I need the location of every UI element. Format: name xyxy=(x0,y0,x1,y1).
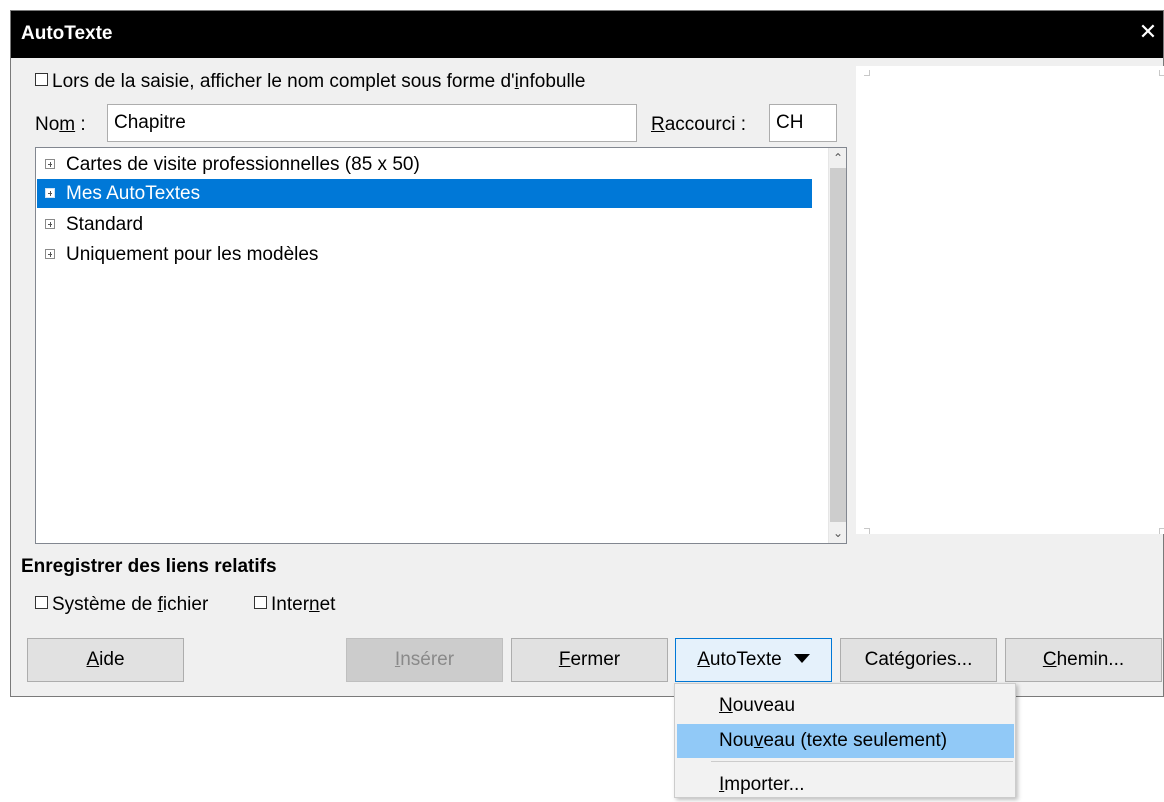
expand-icon[interactable] xyxy=(45,158,55,169)
close-button[interactable]: Fermer xyxy=(511,638,668,682)
name-input[interactable]: Chapitre xyxy=(107,104,637,142)
tree-scrollbar[interactable]: ⌃ ⌄ xyxy=(828,148,846,543)
scroll-thumb[interactable] xyxy=(830,168,846,522)
menu-item-new[interactable]: Nouveau xyxy=(677,689,1014,723)
internet-label-pre: Inter xyxy=(271,594,310,615)
menu-label-post: ouveau xyxy=(732,695,796,716)
filesystem-label-post: ichier xyxy=(162,594,209,615)
tree-item[interactable]: Standard xyxy=(37,210,812,239)
name-label: Nom : xyxy=(35,114,86,136)
help-label: ide xyxy=(99,649,125,670)
corner-mark xyxy=(1159,70,1164,76)
tree-item-label: Standard xyxy=(66,214,144,235)
title-bar[interactable]: AutoTexte ✕ xyxy=(11,11,1163,58)
autotext-accel: A xyxy=(697,649,710,670)
autotext-dropdown-menu: Nouveau Nouveau (texte seulement) Import… xyxy=(674,683,1016,798)
scroll-down-icon[interactable]: ⌄ xyxy=(829,524,847,542)
shortcut-input[interactable]: CH xyxy=(769,104,837,142)
autotext-dialog: AutoTexte ✕ Lors de la saisie, afficher … xyxy=(10,10,1164,697)
internet-option[interactable]: Internet xyxy=(254,594,335,616)
name-label-accel: m xyxy=(59,114,76,135)
tree-item-label: Uniquement pour les modèles xyxy=(66,244,319,265)
scroll-up-icon[interactable]: ⌃ xyxy=(829,149,847,167)
help-button[interactable]: Aide xyxy=(27,638,184,682)
shortcut-label-post: accourci : xyxy=(664,114,747,135)
category-tree[interactable]: Cartes de visite professionnelles (85 x … xyxy=(35,147,847,544)
preview-pane xyxy=(856,66,1164,534)
filesystem-label-pre: Système de xyxy=(52,594,158,615)
menu-separator xyxy=(711,761,1013,762)
dialog-title: AutoTexte xyxy=(21,23,113,44)
autotext-label: utoTexte xyxy=(709,649,782,670)
tree-item-selected[interactable]: Mes AutoTextes xyxy=(37,179,812,208)
internet-label-accel: n xyxy=(309,594,320,615)
categories-accel: g xyxy=(904,649,916,670)
expand-icon[interactable] xyxy=(45,248,55,259)
categories-label-pre: Caté xyxy=(864,649,905,670)
path-label: hemin... xyxy=(1056,649,1125,670)
menu-label-accel: N xyxy=(719,695,733,716)
expand-icon[interactable] xyxy=(45,187,55,198)
path-accel: C xyxy=(1042,649,1057,670)
dropdown-arrow-icon xyxy=(793,654,810,663)
close-label: ermer xyxy=(570,649,621,670)
tooltip-label-pre: Lors de la saisie, afficher le nom compl… xyxy=(52,71,515,92)
corner-mark xyxy=(864,70,870,76)
corner-mark xyxy=(864,528,870,534)
tree-item-label: Cartes de visite professionnelles (85 x … xyxy=(66,154,420,175)
tooltip-label-post: nfobulle xyxy=(518,71,586,92)
autotext-menu-button[interactable]: AutoTexte xyxy=(675,638,832,682)
filesystem-checkbox[interactable] xyxy=(35,596,48,610)
shortcut-label-accel: R xyxy=(651,114,665,135)
menu-item-import[interactable]: Importer... xyxy=(677,768,1014,802)
relative-links-title: Enregistrer des liens relatifs xyxy=(21,556,277,577)
name-label-post: : xyxy=(75,114,86,135)
menu-label-post: mporter... xyxy=(724,774,805,795)
tree-item[interactable]: Uniquement pour les modèles xyxy=(37,240,812,269)
shortcut-label: Raccourci : xyxy=(651,114,746,136)
insert-button[interactable]: Insérer xyxy=(346,638,503,682)
tooltip-checkbox[interactable] xyxy=(35,73,48,87)
internet-checkbox[interactable] xyxy=(254,596,267,610)
menu-label-post: eau (texte seulement) xyxy=(763,730,948,751)
menu-label-accel: v xyxy=(753,730,764,751)
menu-item-new-text-only[interactable]: Nouveau (texte seulement) xyxy=(677,724,1014,758)
tree-item[interactable]: Cartes de visite professionnelles (85 x … xyxy=(37,150,812,179)
tree-item-label: Mes AutoTextes xyxy=(66,183,201,204)
tooltip-option[interactable]: Lors de la saisie, afficher le nom compl… xyxy=(35,71,585,93)
menu-label-pre: Nou xyxy=(719,730,754,751)
insert-label: nsérer xyxy=(400,649,455,670)
help-accel: A xyxy=(86,649,100,670)
internet-label-post: et xyxy=(319,594,336,615)
filesystem-option[interactable]: Système de fichier xyxy=(35,594,208,616)
name-label-pre: No xyxy=(35,114,60,135)
path-button[interactable]: Chemin... xyxy=(1005,638,1162,682)
corner-mark xyxy=(1159,528,1164,534)
categories-label: ories... xyxy=(915,649,973,670)
close-icon[interactable]: ✕ xyxy=(1137,21,1159,43)
categories-button[interactable]: Catégories... xyxy=(840,638,997,682)
close-accel: F xyxy=(558,649,571,670)
expand-icon[interactable] xyxy=(45,218,55,229)
